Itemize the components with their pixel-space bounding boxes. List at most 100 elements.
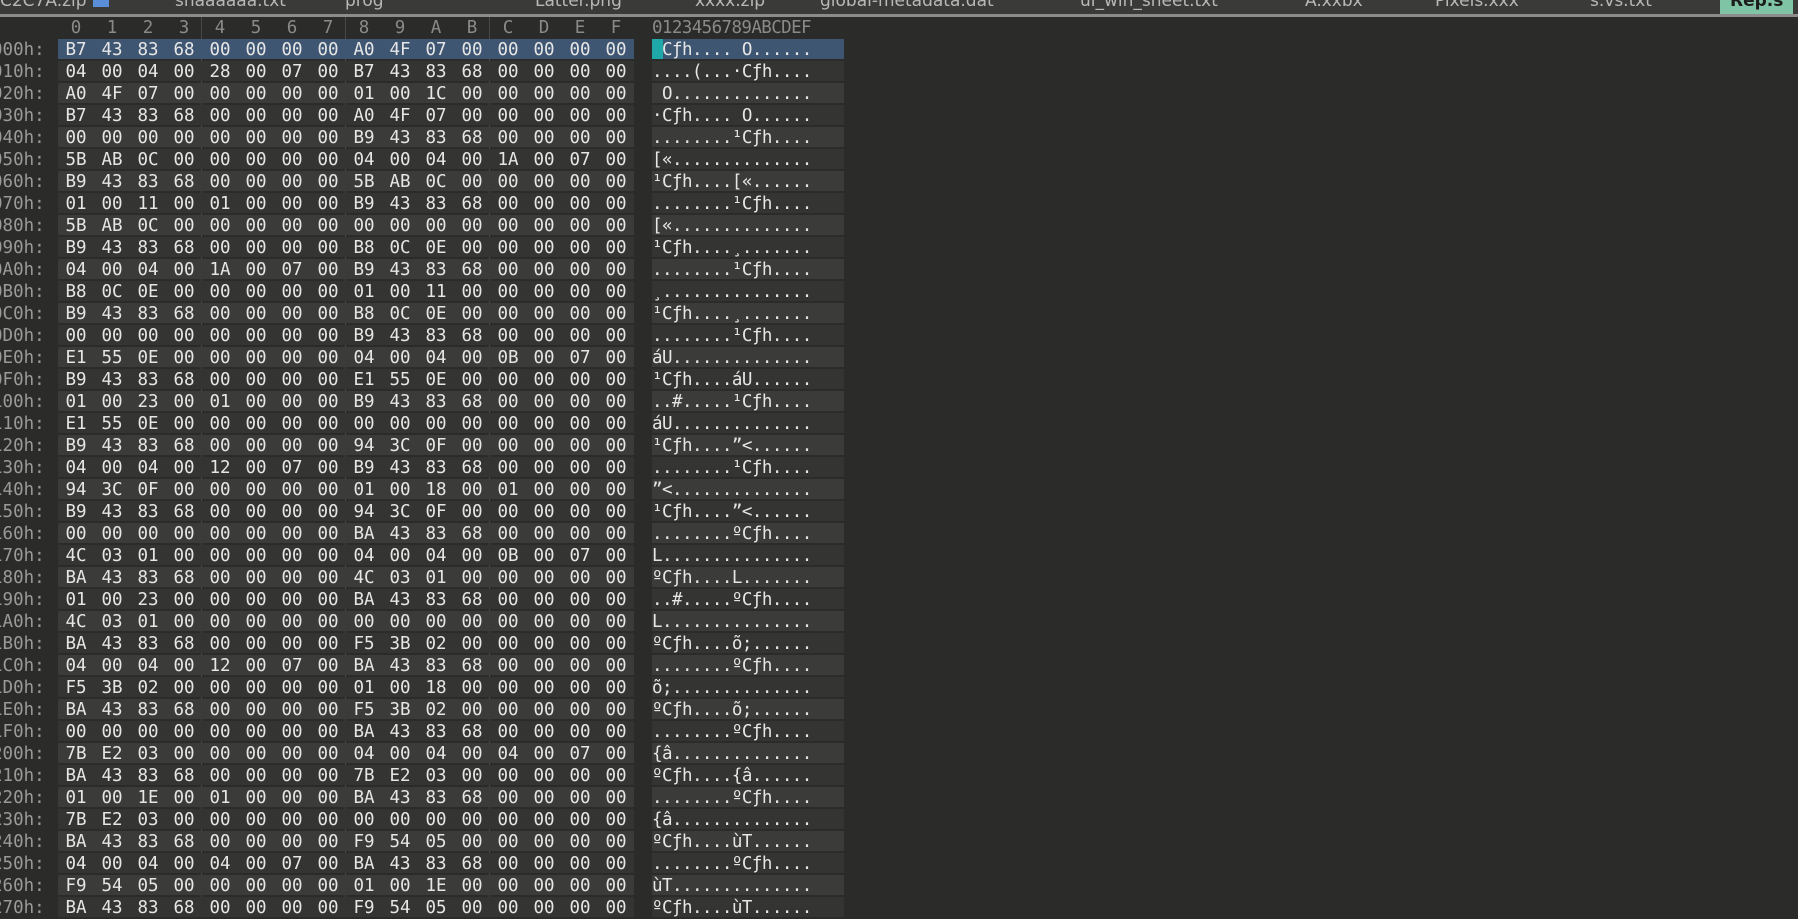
hex-byte[interactable]: 00 <box>562 633 598 654</box>
hex-byte[interactable]: 43 <box>94 39 130 60</box>
hex-byte[interactable]: 00 <box>310 105 346 126</box>
hex-byte[interactable]: 00 <box>166 347 202 368</box>
hex-byte[interactable]: 00 <box>454 413 490 434</box>
hex-byte[interactable]: 00 <box>454 633 490 654</box>
hex-byte[interactable]: A0 <box>58 83 94 104</box>
hex-byte[interactable]: 83 <box>418 655 454 676</box>
hex-byte[interactable]: 00 <box>490 237 526 258</box>
hex-byte[interactable]: F5 <box>346 699 382 720</box>
tab-6[interactable]: ui_win_sheet.txt <box>1080 0 1218 11</box>
hex-byte[interactable]: 00 <box>310 677 346 698</box>
hex-byte[interactable]: 00 <box>490 567 526 588</box>
hex-byte[interactable]: 00 <box>94 589 130 610</box>
hex-byte[interactable]: B9 <box>58 303 94 324</box>
hex-byte[interactable]: 43 <box>382 721 418 742</box>
hex-byte[interactable]: 00 <box>562 435 598 456</box>
hex-byte[interactable]: 00 <box>202 523 238 544</box>
hex-byte[interactable]: F9 <box>346 897 382 918</box>
hex-byte[interactable]: 68 <box>454 325 490 346</box>
hex-byte[interactable]: 00 <box>310 545 346 566</box>
hex-byte[interactable]: 01 <box>58 391 94 412</box>
ascii-row[interactable]: ¹Cƒh....¸....... <box>652 303 844 323</box>
hex-byte[interactable]: 00 <box>130 523 166 544</box>
hex-byte[interactable]: 00 <box>562 501 598 522</box>
hex-byte[interactable]: 00 <box>58 721 94 742</box>
hex-byte[interactable]: 00 <box>310 193 346 214</box>
hex-byte[interactable]: 43 <box>94 633 130 654</box>
hex-byte[interactable]: 12 <box>202 655 238 676</box>
hex-byte[interactable]: 00 <box>562 655 598 676</box>
hex-byte[interactable]: 00 <box>202 501 238 522</box>
hex-byte[interactable]: 00 <box>454 83 490 104</box>
hex-byte[interactable]: 00 <box>274 875 310 896</box>
hex-byte[interactable]: 00 <box>166 259 202 280</box>
hex-byte[interactable]: 00 <box>562 391 598 412</box>
hex-byte[interactable]: 83 <box>418 787 454 808</box>
hex-byte[interactable]: 00 <box>310 809 346 830</box>
hex-byte[interactable]: 00 <box>274 743 310 764</box>
ascii-row[interactable]: ........¹Cƒh.... <box>652 127 844 147</box>
hex-byte[interactable]: 83 <box>418 259 454 280</box>
hex-byte[interactable]: 00 <box>454 611 490 632</box>
hex-byte[interactable]: 00 <box>274 127 310 148</box>
hex-byte[interactable]: 00 <box>202 149 238 170</box>
hex-byte[interactable]: 00 <box>238 765 274 786</box>
hex-byte[interactable]: 00 <box>166 193 202 214</box>
hex-byte[interactable]: 83 <box>418 589 454 610</box>
tab-1[interactable]: shaaaaaa.txt <box>175 0 286 11</box>
hex-byte[interactable]: 00 <box>274 39 310 60</box>
hex-byte[interactable]: 00 <box>598 237 634 258</box>
hex-byte[interactable]: 00 <box>382 347 418 368</box>
hex-byte[interactable]: 00 <box>166 655 202 676</box>
hex-byte[interactable]: 43 <box>382 127 418 148</box>
hex-byte[interactable]: 04 <box>130 457 166 478</box>
hex-byte[interactable]: 55 <box>94 413 130 434</box>
hex-byte[interactable]: 00 <box>490 215 526 236</box>
hex-byte[interactable]: 68 <box>166 435 202 456</box>
hex-byte[interactable]: 00 <box>238 875 274 896</box>
hex-byte[interactable]: 00 <box>310 457 346 478</box>
hex-byte[interactable]: 68 <box>166 567 202 588</box>
hex-byte[interactable]: 43 <box>94 831 130 852</box>
hex-byte[interactable]: 00 <box>238 61 274 82</box>
hex-byte[interactable]: B9 <box>58 435 94 456</box>
hex-byte[interactable]: 00 <box>310 149 346 170</box>
hex-byte[interactable]: 43 <box>94 897 130 918</box>
hex-byte[interactable]: 01 <box>202 391 238 412</box>
hex-byte[interactable]: 00 <box>166 413 202 434</box>
hex-byte[interactable]: 00 <box>238 391 274 412</box>
hex-byte[interactable]: 00 <box>490 83 526 104</box>
hex-byte[interactable]: 00 <box>598 303 634 324</box>
hex-byte[interactable]: 4C <box>58 545 94 566</box>
hex-byte[interactable]: 00 <box>274 897 310 918</box>
hex-byte[interactable]: 00 <box>310 303 346 324</box>
hex-byte[interactable]: 00 <box>526 611 562 632</box>
hex-byte[interactable]: 00 <box>166 545 202 566</box>
hex-byte[interactable]: 00 <box>274 171 310 192</box>
hex-byte[interactable]: 00 <box>526 809 562 830</box>
hex-byte[interactable]: AB <box>94 149 130 170</box>
hex-byte[interactable]: 00 <box>562 105 598 126</box>
hex-byte[interactable]: 00 <box>310 83 346 104</box>
hex-byte[interactable]: 4F <box>382 39 418 60</box>
hex-byte[interactable]: 02 <box>130 677 166 698</box>
hex-byte[interactable]: 04 <box>346 149 382 170</box>
ascii-row[interactable]: ........ºCƒh.... <box>652 787 844 807</box>
hex-byte[interactable]: 00 <box>526 501 562 522</box>
hex-byte[interactable]: 00 <box>274 545 310 566</box>
hex-byte[interactable]: 00 <box>94 721 130 742</box>
hex-byte[interactable]: 00 <box>346 413 382 434</box>
hex-byte[interactable]: 68 <box>166 501 202 522</box>
hex-byte[interactable]: 00 <box>490 853 526 874</box>
hex-byte[interactable]: 00 <box>526 655 562 676</box>
hex-byte[interactable]: 00 <box>598 567 634 588</box>
hex-byte[interactable]: 04 <box>130 259 166 280</box>
hex-byte[interactable]: 00 <box>166 215 202 236</box>
ascii-row[interactable]: ..#.....ºCƒh.... <box>652 589 844 609</box>
hex-byte[interactable]: 03 <box>130 809 166 830</box>
ascii-row[interactable]: ¹Cƒh....[«...... <box>652 171 844 191</box>
ascii-row[interactable]: ........ºCƒh.... <box>652 655 844 675</box>
hex-byte[interactable]: 00 <box>562 589 598 610</box>
hex-byte[interactable]: 01 <box>58 589 94 610</box>
hex-byte[interactable]: 01 <box>418 567 454 588</box>
